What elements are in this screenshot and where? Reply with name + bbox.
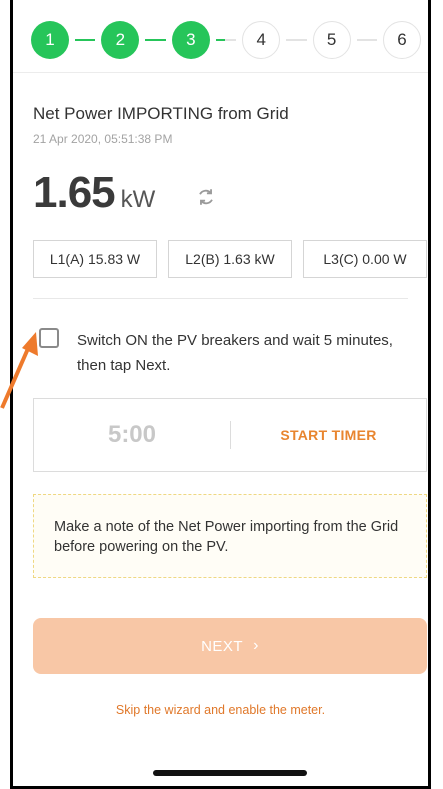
wizard-stepper: 1 2 3 4 5 6	[31, 20, 422, 60]
note-text: Make a note of the Net Power importing f…	[54, 519, 399, 555]
step-5[interactable]: 5	[312, 21, 351, 59]
instruction-text: Switch ON the PV breakers and wait 5 min…	[77, 332, 393, 374]
phase-l3: L3(C) 0.00 W	[303, 240, 427, 278]
chevron-right-icon: ›	[253, 637, 259, 654]
timer-display: 5:00	[107, 421, 157, 448]
skip-wizard-link[interactable]: Skip the wizard and enable the meter.	[13, 703, 428, 717]
home-indicator	[153, 770, 307, 776]
phase-l1: L1(A) 15.83 W	[33, 240, 157, 278]
next-button[interactable]: NEXT ›	[33, 618, 427, 674]
page-title: Net Power IMPORTING from Grid	[33, 104, 289, 123]
phase-l2: L2(B) 1.63 kW	[168, 240, 292, 278]
power-value: 1.65	[33, 168, 116, 217]
step-connector	[356, 39, 378, 41]
phone-screen: 1 2 3 4 5 6 Net Power IMPORTING from Gri…	[10, 0, 431, 789]
reading-timestamp: 21 Apr 2020, 05:51:38 PM	[33, 132, 173, 146]
step-2[interactable]: 2	[101, 21, 140, 59]
timer-panel: 5:00 START TIMER	[33, 398, 427, 472]
step-4[interactable]: 4	[242, 21, 281, 59]
header-divider	[13, 72, 428, 73]
note-box: Make a note of the Net Power importing f…	[33, 494, 427, 578]
annotation-arrow-icon	[0, 332, 38, 409]
step-connector	[75, 39, 96, 41]
step-6[interactable]: 6	[383, 21, 422, 59]
power-unit: kW	[120, 186, 156, 213]
net-power-reading: 1.65 kW	[33, 168, 155, 218]
start-timer-button[interactable]: START TIMER	[231, 427, 426, 443]
step-connector	[215, 39, 237, 41]
step-connector	[145, 39, 166, 41]
refresh-icon[interactable]	[195, 186, 217, 208]
section-divider	[33, 298, 408, 299]
step-1[interactable]: 1	[31, 21, 69, 59]
step-3[interactable]: 3	[171, 21, 210, 59]
step-connector	[286, 39, 307, 41]
next-button-label: NEXT	[201, 637, 244, 655]
phase-readings: L1(A) 15.83 W L2(B) 1.63 kW L3(C) 0.00 W	[33, 240, 427, 278]
